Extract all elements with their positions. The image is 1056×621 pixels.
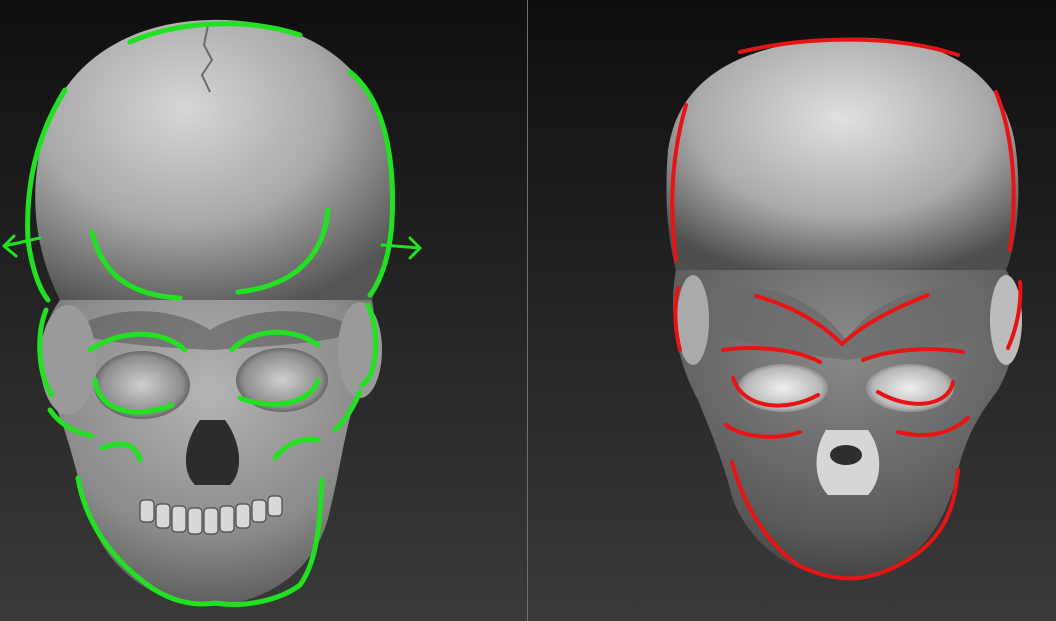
left-cheek-plane xyxy=(677,275,709,365)
right-viewport-render xyxy=(528,0,1056,621)
right-viewport[interactable] xyxy=(528,0,1056,621)
left-viewport[interactable] xyxy=(0,0,527,621)
nasal-cavity xyxy=(185,420,240,485)
nostril-cavity xyxy=(830,445,862,465)
left-viewport-render xyxy=(0,0,527,621)
comparison-canvas xyxy=(0,0,1056,621)
cranium xyxy=(666,37,1019,270)
left-orbit xyxy=(94,351,190,419)
left-zygomatic xyxy=(40,305,96,415)
